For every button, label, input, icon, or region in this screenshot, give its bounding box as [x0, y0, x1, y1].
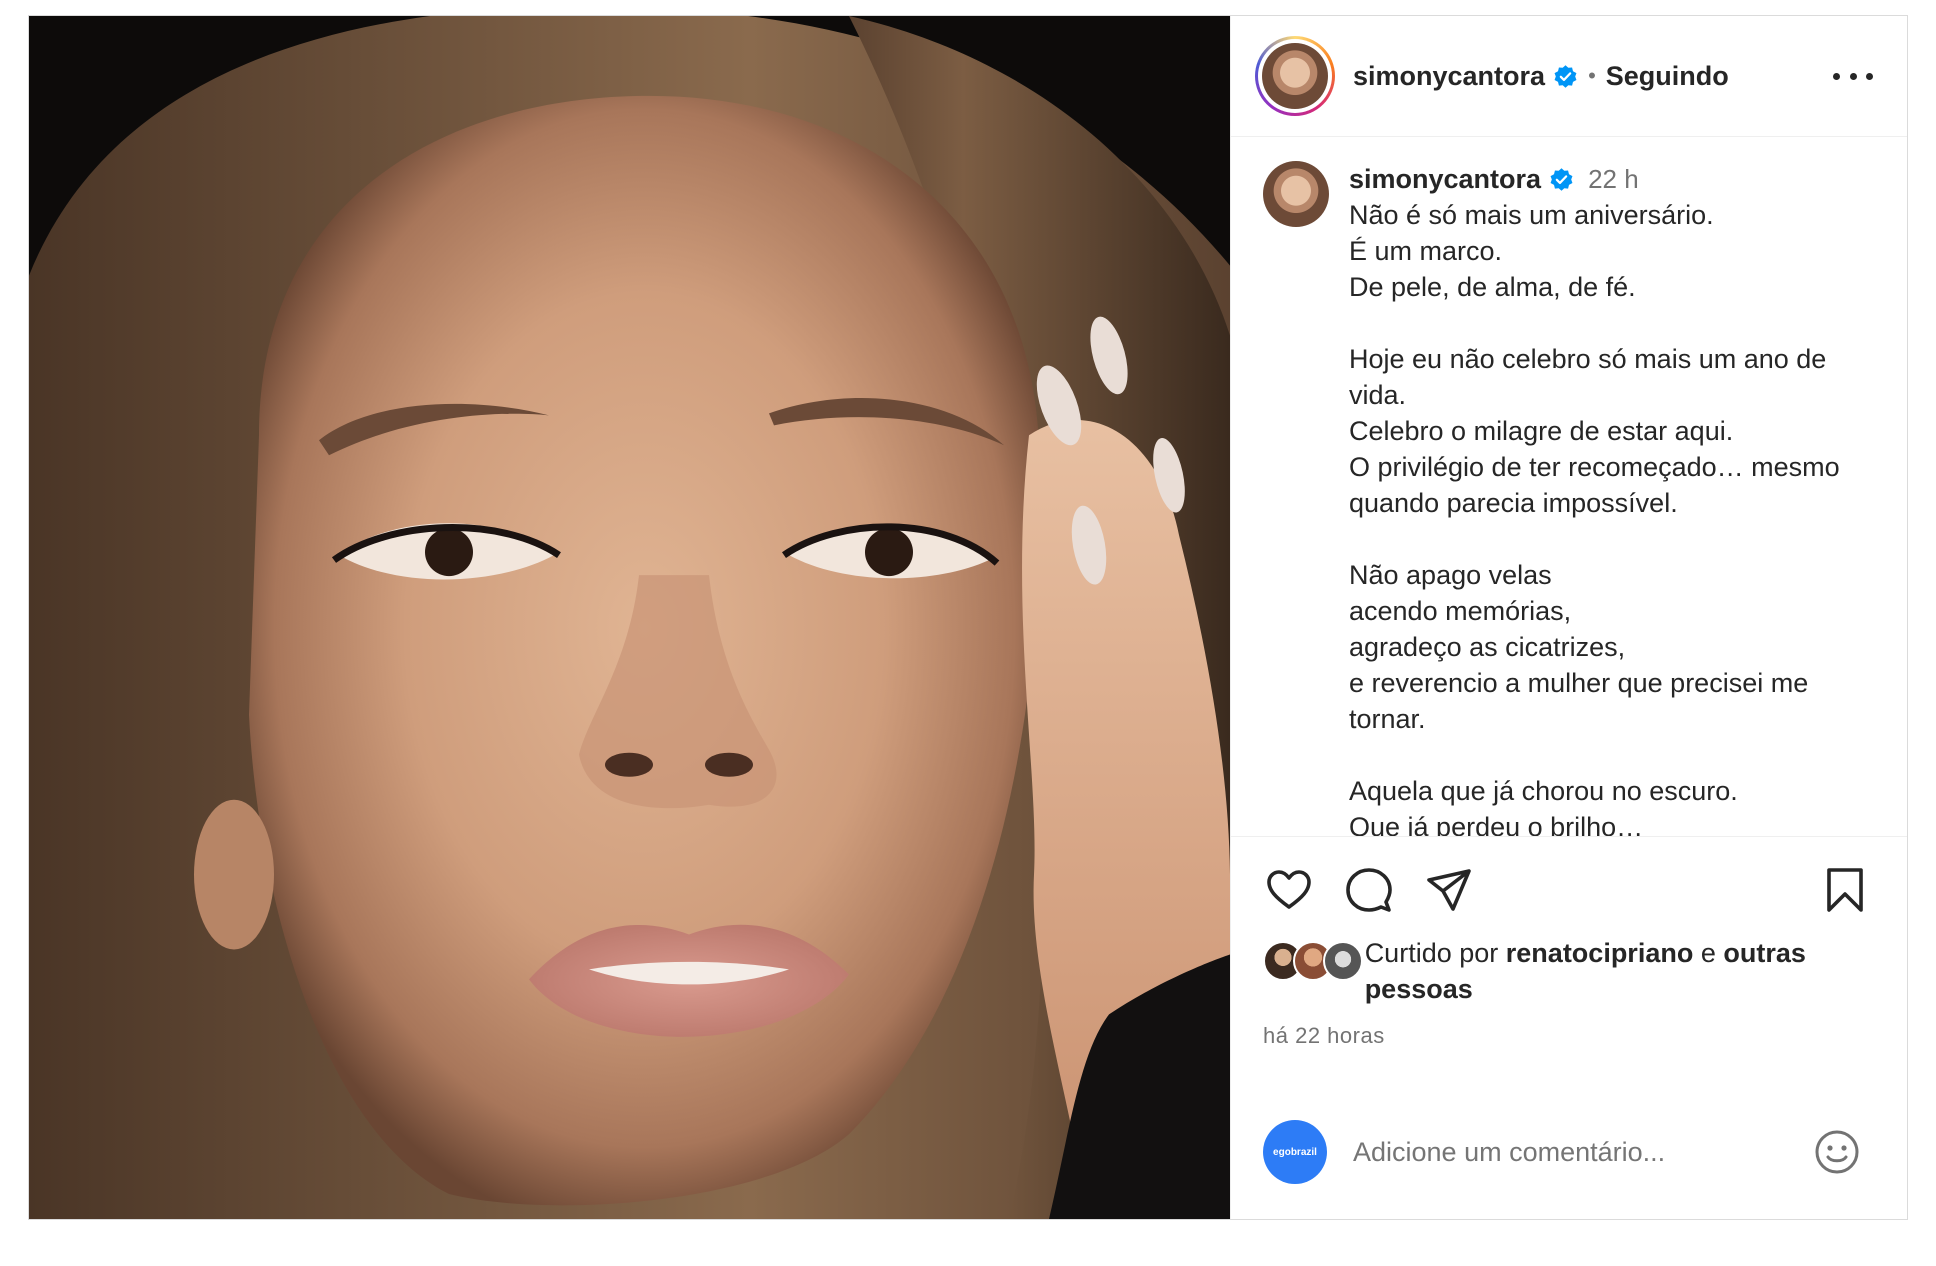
likes-text[interactable]: Curtido por renatocipriano e outras pess… [1365, 935, 1877, 1007]
comment-input[interactable] [1353, 1136, 1793, 1168]
action-bar [1263, 837, 1877, 943]
verified-badge-icon [1550, 167, 1573, 191]
verified-badge-icon [1554, 64, 1577, 88]
share-icon [1427, 869, 1471, 911]
following-button[interactable]: Seguindo [1606, 61, 1729, 92]
caption-text: Não é só mais um aniversário. É um marco… [1349, 200, 1840, 836]
story-ring[interactable] [1255, 36, 1335, 116]
caption-area[interactable]: simonycantora 22 h Não é só mais um aniv… [1231, 137, 1907, 836]
bookmark-icon [1827, 868, 1863, 912]
liker-avatar [1323, 941, 1363, 981]
current-user-avatar: egobrazil [1263, 1120, 1327, 1184]
post-container: simonycantora • Seguindo simonycantora 2… [28, 15, 1908, 1220]
header-username[interactable]: simonycantora [1353, 61, 1545, 92]
more-options-icon[interactable] [1833, 61, 1873, 91]
caption-comment: simonycantora 22 h Não é só mais um aniv… [1263, 161, 1883, 836]
emoji-icon[interactable] [1813, 1128, 1861, 1176]
comment-icon [1346, 868, 1392, 912]
caption-time[interactable]: 22 h [1588, 161, 1639, 197]
likes-summary: Curtido por renatocipriano e outras pess… [1263, 935, 1877, 1007]
caption-avatar[interactable] [1263, 161, 1329, 227]
liker-avatars[interactable] [1263, 941, 1363, 985]
share-button[interactable] [1423, 864, 1475, 916]
post-timestamp[interactable]: há 22 horas [1263, 1023, 1877, 1049]
actions-section: Curtido por renatocipriano e outras pess… [1231, 836, 1907, 1049]
post-photo[interactable] [29, 16, 1230, 1219]
avatar [1262, 43, 1328, 109]
comment-composer: egobrazil [1231, 1085, 1907, 1219]
save-button[interactable] [1819, 864, 1871, 916]
post-header: simonycantora • Seguindo [1231, 16, 1907, 137]
comment-button[interactable] [1343, 864, 1395, 916]
post-sidebar: simonycantora • Seguindo simonycantora 2… [1230, 16, 1907, 1219]
heart-icon [1267, 870, 1311, 909]
like-button[interactable] [1263, 864, 1315, 916]
portrait-image [29, 16, 1230, 1219]
caption-username[interactable]: simonycantora [1349, 161, 1541, 197]
separator-dot: • [1588, 63, 1596, 88]
